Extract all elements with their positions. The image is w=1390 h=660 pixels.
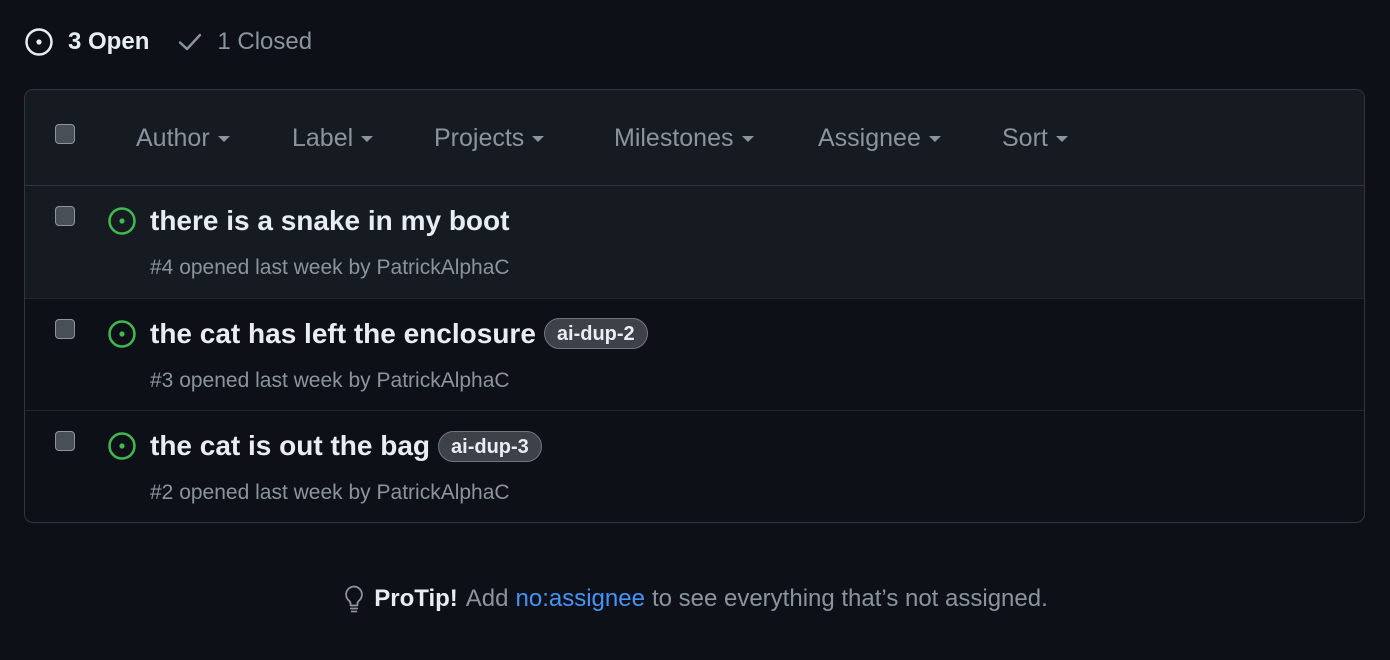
chevron-down-icon: [1055, 136, 1068, 142]
issue-opened-icon: [25, 28, 53, 56]
open-count-label: 3 Open: [68, 28, 150, 55]
projects-filter[interactable]: Projects: [434, 122, 545, 154]
closed-count-label: 1 Closed: [217, 28, 313, 55]
issue-opened-text: opened last week by: [179, 368, 371, 392]
issue-title-line: the cat is out the bag ai-dup-3: [150, 428, 542, 464]
protip-bar: ProTip! Add no:assignee to see everythin…: [0, 584, 1390, 614]
author-filter-label: Author: [136, 123, 210, 152]
issue-opened-icon: [108, 207, 136, 235]
issue-checkbox[interactable]: [55, 431, 75, 451]
projects-filter-label: Projects: [434, 123, 525, 152]
issue-opened-icon: [108, 319, 136, 348]
issue-checkbox[interactable]: [55, 318, 75, 339]
issue-row[interactable]: the cat is out the bag ai-dup-3 #2 opene…: [25, 411, 1364, 522]
issue-title-link[interactable]: the cat is out the bag: [150, 430, 430, 462]
issue-number: #3: [150, 368, 174, 392]
issue-author-link[interactable]: PatrickAlphaC: [377, 256, 510, 279]
protip-text-before: Add: [465, 585, 509, 612]
issue-row[interactable]: the cat has left the enclosure ai-dup-2 …: [25, 299, 1364, 411]
select-all-checkbox[interactable]: [55, 124, 75, 144]
assignee-filter-label: Assignee: [818, 123, 921, 152]
chevron-down-icon: [741, 136, 754, 142]
issues-list-header: Author Label Projects Milestones Assigne…: [25, 90, 1364, 186]
issue-title-link[interactable]: there is a snake in my boot: [150, 205, 509, 237]
chevron-down-icon: [532, 136, 545, 142]
issue-checkbox[interactable]: [55, 206, 75, 226]
issue-title-line: the cat has left the enclosure ai-dup-2: [150, 316, 648, 352]
label-filter-label: Label: [292, 123, 354, 152]
label-filter[interactable]: Label: [292, 122, 374, 154]
issue-number: #2: [150, 481, 174, 504]
issue-author-link[interactable]: PatrickAlphaC: [377, 481, 510, 504]
assignee-filter[interactable]: Assignee: [818, 122, 941, 154]
protip-text-after: to see everything that’s not assigned.: [651, 585, 1048, 612]
author-filter[interactable]: Author: [136, 122, 230, 154]
issue-title-line: there is a snake in my boot: [150, 203, 509, 239]
issue-author-link[interactable]: PatrickAlphaC: [377, 369, 510, 392]
no-assignee-link[interactable]: no:assignee: [516, 585, 645, 613]
chevron-down-icon: [361, 136, 374, 142]
issue-label-badge[interactable]: ai-dup-2: [543, 318, 648, 349]
protip-heading: ProTip!: [374, 585, 458, 612]
sort-filter[interactable]: Sort: [1002, 122, 1068, 154]
milestones-filter[interactable]: Milestones: [614, 122, 754, 154]
issue-meta: #3 opened last week by PatrickAlphaC: [150, 369, 510, 393]
issue-opened-text: opened last week by: [179, 481, 371, 504]
issue-meta: #4 opened last week by PatrickAlphaC: [150, 256, 510, 280]
closed-issues-tab[interactable]: 1 Closed: [177, 28, 312, 56]
milestones-filter-label: Milestones: [614, 123, 734, 152]
issue-state-tabs: 3 Open 1 Closed: [24, 22, 312, 62]
issue-row[interactable]: there is a snake in my boot #4 opened la…: [25, 186, 1364, 299]
issues-list-box: Author Label Projects Milestones Assigne…: [24, 89, 1365, 523]
issue-number: #4: [150, 256, 174, 279]
check-icon: [179, 33, 202, 51]
chevron-down-icon: [928, 136, 941, 142]
chevron-down-icon: [217, 136, 230, 142]
issue-title-link[interactable]: the cat has left the enclosure: [150, 318, 536, 350]
issue-meta: #2 opened last week by PatrickAlphaC: [150, 481, 510, 505]
issue-label-badge[interactable]: ai-dup-3: [438, 430, 542, 462]
issue-opened-text: opened last week by: [179, 256, 371, 279]
lightbulb-icon: [345, 585, 364, 613]
sort-filter-label: Sort: [1002, 123, 1048, 152]
issue-opened-icon: [108, 432, 136, 460]
open-issues-tab[interactable]: 3 Open: [24, 27, 149, 57]
